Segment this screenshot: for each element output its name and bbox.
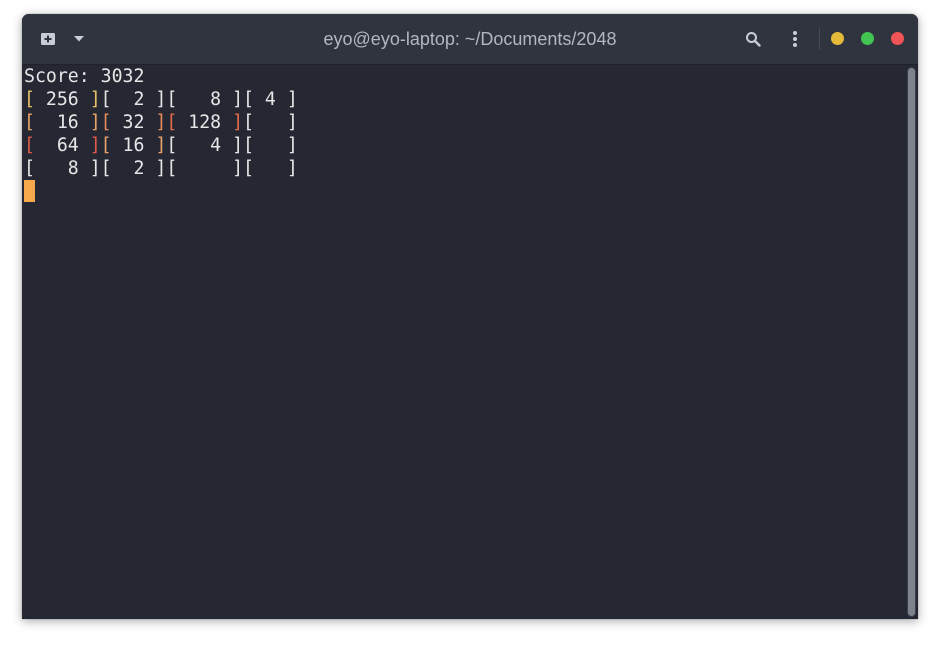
cell-bracket-close: ] (232, 89, 244, 110)
cell-bracket-close: ] (286, 158, 298, 179)
cell-bracket-close: ] (232, 135, 244, 156)
cell-bracket-open: [ (100, 112, 112, 133)
cell-bracket-close: ] (155, 89, 167, 110)
tab-menu-button[interactable] (68, 14, 90, 64)
cell-value (254, 112, 287, 133)
cell-bracket-open: [ (243, 135, 254, 156)
cell-bracket-close: ] (286, 89, 298, 110)
cell-bracket-close: ] (89, 135, 101, 156)
game-board: [ 256 ][ 2 ][ 8 ][ 4 ][ 16 ][ 32 ][ 128 … (24, 88, 902, 180)
new-tab-icon (41, 33, 55, 45)
board-row: [ 16 ][ 32 ][ 128 ][ ] (24, 111, 902, 134)
vertical-scrollbar[interactable] (907, 67, 916, 617)
cell-bracket-close: ] (232, 112, 244, 133)
cell-bracket-open: [ (166, 89, 178, 110)
cell-bracket-close: ] (89, 158, 101, 179)
minimize-button[interactable] (831, 32, 844, 45)
cell-value: 16 (111, 135, 156, 156)
cell-value: 64 (34, 135, 90, 156)
cell-bracket-close: ] (232, 158, 244, 179)
cell-bracket-close: ] (155, 135, 167, 156)
cell-value: 128 (177, 112, 233, 133)
cell-value (177, 158, 232, 179)
cell-value: 16 (34, 112, 90, 133)
cell-value: 4 (177, 135, 233, 156)
menu-button[interactable] (780, 14, 810, 64)
cell-value (254, 135, 287, 156)
board-row: [ 8 ][ 2 ][ ][ ] (24, 157, 902, 180)
terminal-output[interactable]: Score: 3032 [ 256 ][ 2 ][ 8 ][ 4 ][ 16 ]… (22, 65, 902, 619)
cell-bracket-open: [ (166, 158, 178, 179)
cell-bracket-close: ] (155, 112, 167, 133)
cell-bracket-close: ] (89, 89, 101, 110)
title-bar[interactable]: eyo@eyo-laptop: ~/Documents/2048 (22, 14, 918, 65)
cell-bracket-open: [ (24, 135, 35, 156)
board-row: [ 64 ][ 16 ][ 4 ][ ] (24, 134, 902, 157)
cell-value: 4 (253, 89, 287, 110)
cell-bracket-open: [ (166, 112, 178, 133)
cell-bracket-open: [ (24, 112, 35, 133)
board-row: [ 256 ][ 2 ][ 8 ][ 4 ] (24, 88, 902, 111)
cell-value: 8 (177, 89, 233, 110)
cell-bracket-open: [ (100, 135, 112, 156)
cell-bracket-open: [ (100, 158, 112, 179)
cell-value (254, 158, 287, 179)
cell-value: 2 (111, 89, 156, 110)
cell-bracket-open: [ (243, 158, 254, 179)
new-tab-button[interactable] (32, 14, 64, 64)
prompt-line[interactable] (24, 180, 902, 203)
cell-bracket-open: [ (24, 158, 35, 179)
chevron-down-icon (74, 36, 84, 42)
cell-bracket-open: [ (166, 135, 178, 156)
search-icon (746, 32, 761, 47)
cell-value: 8 (34, 158, 90, 179)
close-button[interactable] (891, 32, 904, 45)
cell-value: 32 (111, 112, 156, 133)
search-button[interactable] (738, 14, 768, 64)
cell-bracket-close: ] (286, 135, 298, 156)
cell-value: 2 (111, 158, 156, 179)
cell-bracket-open: [ (243, 112, 254, 133)
cell-bracket-open: [ (100, 89, 112, 110)
score-line: Score: 3032 (24, 66, 145, 87)
cell-bracket-open: [ (243, 89, 254, 110)
maximize-button[interactable] (861, 32, 874, 45)
kebab-menu-icon (793, 31, 797, 47)
text-cursor (24, 180, 35, 202)
cell-bracket-close: ] (89, 112, 101, 133)
scrollbar-thumb[interactable] (908, 68, 915, 616)
cell-bracket-open: [ (24, 89, 35, 110)
cell-bracket-close: ] (155, 158, 167, 179)
cell-value: 256 (34, 89, 90, 110)
titlebar-divider (819, 28, 820, 50)
terminal-window: eyo@eyo-laptop: ~/Documents/2048 Score: … (22, 14, 918, 619)
cell-bracket-close: ] (286, 112, 298, 133)
